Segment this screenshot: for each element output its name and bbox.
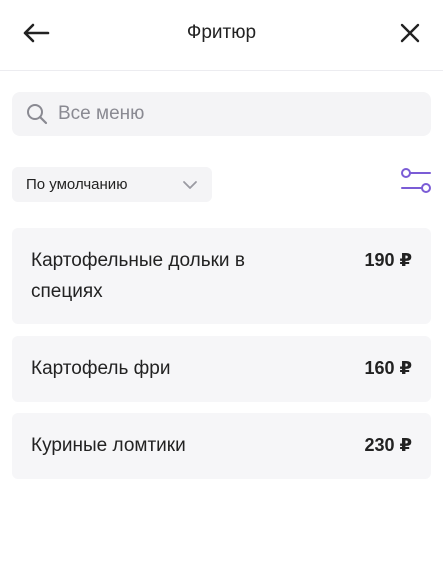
menu-item-price: 190 ₽: [364, 250, 412, 270]
menu-item-name: Куриные ломтики: [31, 435, 186, 456]
menu-item-name: Картофельные дольки в специях: [31, 250, 245, 302]
menu-item[interactable]: Куриные ломтики 230 ₽: [12, 413, 431, 479]
search-icon: [26, 103, 48, 125]
header: Фритюр: [0, 0, 443, 71]
menu-item-name: Картофель фри: [31, 358, 171, 379]
search-input[interactable]: [58, 103, 398, 125]
menu-item[interactable]: Картофель фри 160 ₽: [12, 336, 431, 402]
menu-item[interactable]: Картофельные дольки в специях 190 ₽: [12, 228, 431, 324]
filter-button[interactable]: [399, 166, 433, 196]
filter-sliders-icon: [401, 168, 431, 193]
page-title: Фритюр: [186, 22, 257, 43]
chevron-down-icon: [180, 175, 200, 195]
menu-item-price: 230 ₽: [364, 435, 412, 455]
menu-category-screen: Фритюр По умолчанию: [0, 0, 443, 578]
sort-dropdown[interactable]: По умолчанию: [12, 167, 212, 202]
close-icon: [400, 23, 420, 43]
menu-item-price: 160 ₽: [364, 358, 412, 378]
close-button[interactable]: [395, 18, 425, 48]
sort-selected-label: По умолчанию: [26, 176, 128, 193]
search-bar[interactable]: [12, 92, 431, 136]
